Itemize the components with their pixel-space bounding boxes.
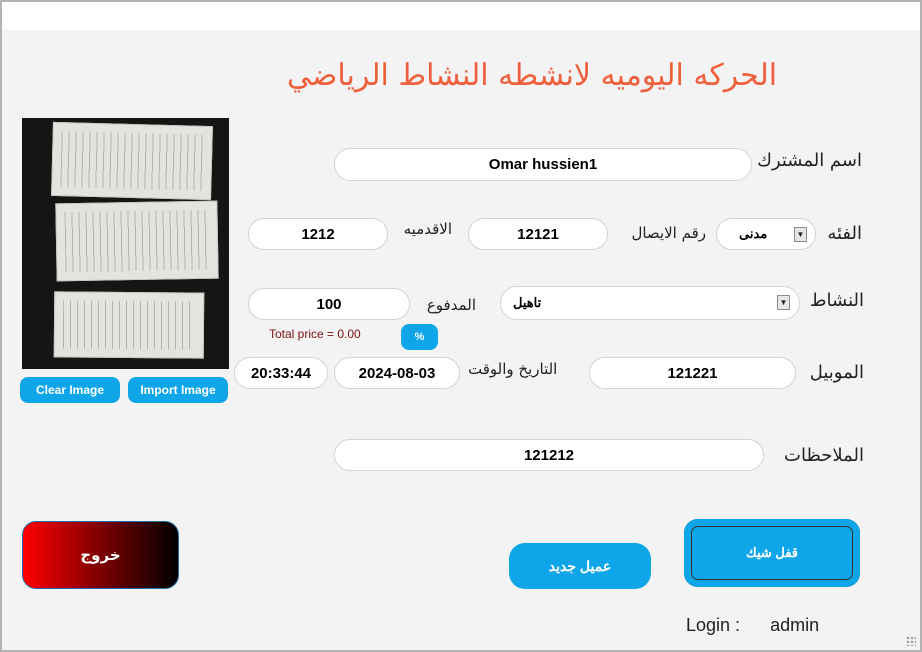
page-title: الحركه اليوميه لانشطه النشاط الرياضي — [286, 58, 778, 93]
activity-selected-value: تاهيل — [513, 295, 542, 310]
mobile-field[interactable]: 121221 — [589, 357, 796, 389]
academy-label: الاقدميه — [403, 220, 452, 238]
receipt-slip — [55, 200, 219, 282]
dropdown-arrow-icon[interactable]: ▼ — [777, 295, 790, 310]
notes-label: الملاحظات — [784, 445, 864, 466]
receipt-photo — [22, 118, 229, 369]
notes-field[interactable]: 121212 — [334, 439, 764, 471]
category-select[interactable]: مدنى ▼ — [716, 218, 816, 250]
import-image-button[interactable]: Import Image — [128, 377, 228, 403]
academy-field[interactable]: 1212 — [248, 218, 388, 250]
subscriber-name-field[interactable]: Omar hussien1 — [334, 148, 752, 181]
resize-grip-icon[interactable] — [906, 636, 916, 646]
activity-label: النشاط — [809, 290, 864, 311]
dropdown-arrow-icon[interactable]: ▼ — [794, 227, 807, 242]
mobile-label: الموبيل — [809, 362, 864, 383]
activity-select[interactable]: تاهيل ▼ — [500, 286, 800, 320]
paid-label: المدفوع — [426, 296, 476, 314]
percent-button[interactable]: % — [401, 324, 438, 350]
receipt-slip — [51, 121, 213, 201]
receipt-number-field[interactable]: 12121 — [468, 218, 608, 250]
subscriber-name-label: اسم المشترك — [757, 150, 862, 171]
receipt-slip — [53, 291, 205, 359]
datetime-label: التاريخ والوقت — [468, 360, 558, 378]
lock-check-button[interactable]: قفل شيك — [684, 519, 860, 587]
paid-amount-field[interactable]: 100 — [248, 288, 410, 320]
exit-button[interactable]: خروج — [22, 521, 179, 589]
receipt-number-label: رقم الايصال — [631, 224, 706, 242]
login-user: admin — [770, 615, 820, 635]
clear-image-button[interactable]: Clear Image — [20, 377, 120, 403]
time-field[interactable]: 20:33:44 — [234, 357, 328, 389]
main-window: الحركه اليوميه لانشطه النشاط الرياضي Cle… — [0, 0, 922, 652]
new-client-button[interactable]: عميل جديد — [509, 543, 651, 589]
login-label: Login : — [686, 615, 741, 635]
login-status: Login : admin — [686, 615, 819, 636]
date-field[interactable]: 2024-08-03 — [334, 357, 460, 389]
category-selected-value: مدنى — [739, 226, 768, 241]
window-titlebar — [2, 2, 920, 30]
category-label: الفئه — [827, 223, 862, 244]
total-price-text: Total price = 0.00 — [269, 327, 361, 341]
